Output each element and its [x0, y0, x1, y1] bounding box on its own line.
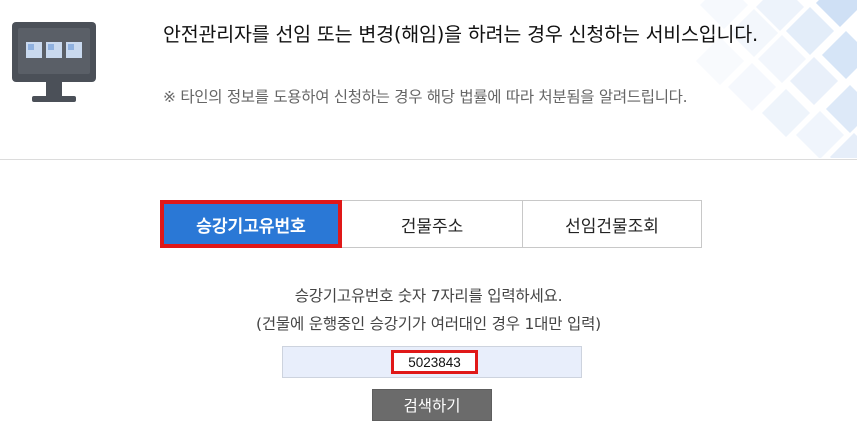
search-type-tabs: 승강기고유번호 건물주소 선임건물조회: [160, 200, 702, 248]
monitor-icon: [12, 22, 96, 102]
input-guide-line1: 승강기고유번호 숫자 7자리를 입력하세요.: [294, 287, 563, 305]
header-divider: [0, 159, 857, 160]
tab-elevator-id[interactable]: 승강기고유번호: [160, 200, 342, 248]
elevator-id-input[interactable]: 5023843: [282, 346, 582, 378]
elevator-id-value[interactable]: 5023843: [391, 350, 478, 374]
service-header: 안전관리자를 선임 또는 변경(해임)을 하려는 경우 신청하는 서비스입니다.…: [0, 0, 857, 160]
search-button[interactable]: 검색하기: [372, 389, 492, 421]
input-guide-line2: (건물에 운행중인 승강기가 여러대인 경우 1대만 입력): [256, 315, 601, 333]
legal-notice: ※ 타인의 정보를 도용하여 신청하는 경우 해당 법률에 따라 처분됨을 알려…: [163, 88, 688, 106]
tab-building-address[interactable]: 건물주소: [342, 200, 523, 248]
tab-appointed-building-lookup[interactable]: 선임건물조회: [523, 200, 702, 248]
service-headline: 안전관리자를 선임 또는 변경(해임)을 하려는 경우 신청하는 서비스입니다.: [163, 23, 759, 46]
